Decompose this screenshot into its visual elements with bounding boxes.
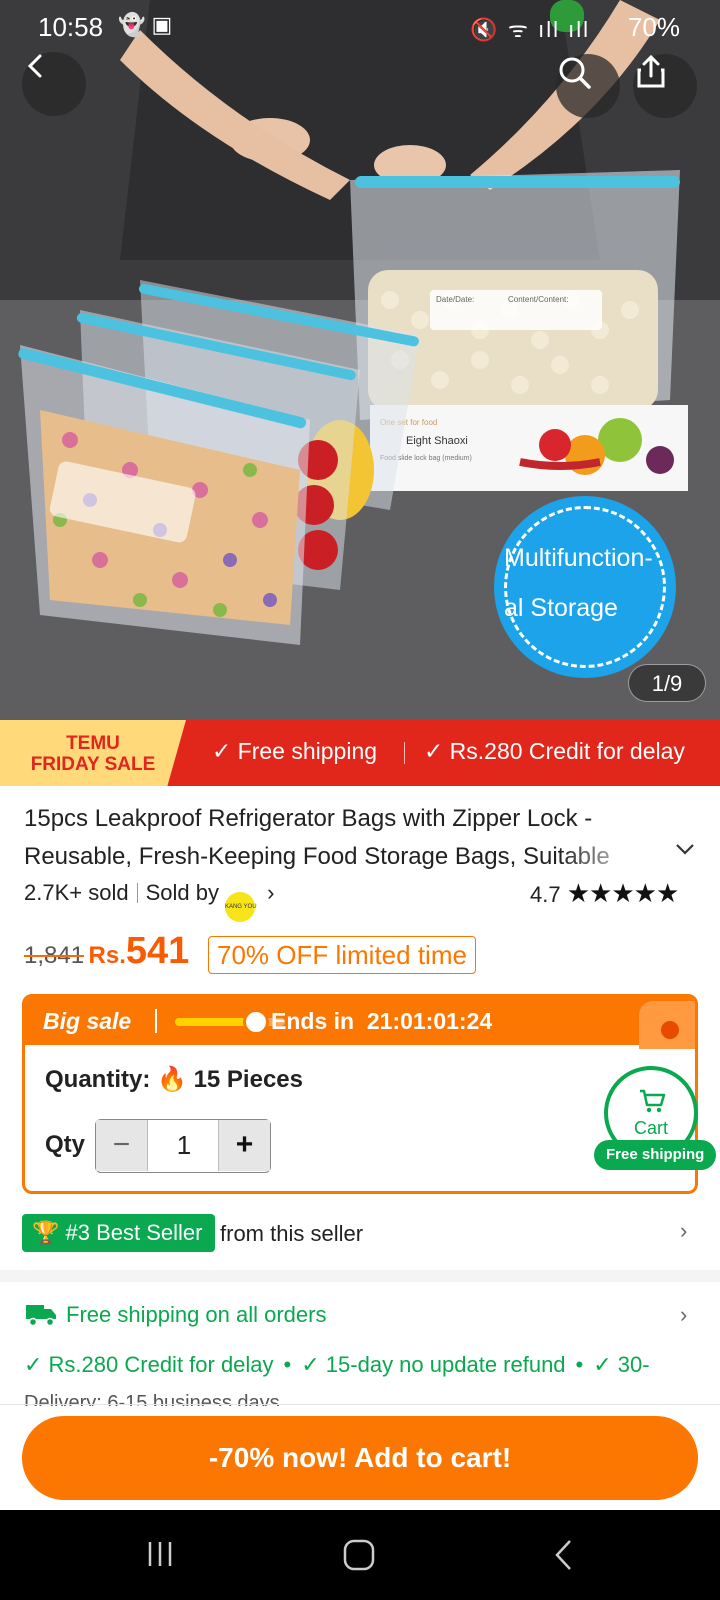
- rating-stars-icon: ★★★★★: [566, 878, 680, 908]
- check-icon: ✓: [424, 738, 450, 764]
- shipping-benefits: ✓ Rs.280 Credit for delay • ✓ 15-day no up…: [24, 1352, 720, 1384]
- search-icon: [559, 57, 591, 89]
- currency: Rs.: [88, 942, 126, 969]
- quantity-info: Quantity: 🔥 15 Pieces: [45, 1065, 303, 1094]
- friday-sale-logo: TEMU FRIDAY SALE: [0, 720, 186, 786]
- separator-dot: •: [283, 1352, 292, 1377]
- countdown-value: 21:01:01:24: [366, 1008, 493, 1034]
- sold-by-link[interactable]: Sold byKANG YOU ›: [145, 880, 275, 922]
- quantity-stepper[interactable]: − 1 +: [95, 1119, 271, 1173]
- benefit-refund: 15-day no update refund: [325, 1352, 566, 1377]
- promo-free-shipping-label: Free shipping: [237, 738, 378, 764]
- decoration-icon: [639, 1001, 695, 1049]
- chevron-right-icon: ›: [267, 880, 275, 905]
- badge-line-2: al Storage: [504, 594, 618, 622]
- flame-icon: 🔥: [157, 1066, 187, 1093]
- trophy-icon: 🏆: [32, 1220, 60, 1245]
- big-sale-header: Big sale Ends in 21:01:01:24: [25, 997, 695, 1049]
- promo-bar[interactable]: TEMU FRIDAY SALE ✓ Free shipping ✓ Rs.28…: [0, 720, 720, 786]
- price-value: 541: [125, 930, 190, 972]
- quantity-value: 15 Pieces: [193, 1066, 303, 1093]
- add-to-cart-button[interactable]: -70% now! Add to cart!: [22, 1416, 698, 1500]
- signal-icons: 🔇 ᯤ ıll ıll: [470, 17, 590, 42]
- increase-button[interactable]: +: [218, 1120, 270, 1171]
- bag-label-date: Date/Date:: [436, 295, 474, 304]
- check-icon: ✓: [24, 1352, 49, 1377]
- check-icon: ✓: [593, 1352, 618, 1377]
- home-icon[interactable]: [342, 1538, 376, 1572]
- system-nav-bar: [0, 1510, 720, 1600]
- recent-apps-icon[interactable]: [144, 1538, 176, 1570]
- decrease-button[interactable]: −: [96, 1120, 148, 1171]
- current-price: Rs.541: [89, 930, 190, 972]
- battery-level: 70%: [627, 12, 680, 42]
- ends-label: Ends in: [271, 1008, 355, 1034]
- original-price: 1,841: [24, 942, 85, 969]
- expand-title-button[interactable]: [674, 836, 696, 862]
- badge-line-1: Multifunction-: [504, 544, 653, 572]
- promo-credit: ✓ Rs.280 Credit for delay: [424, 738, 685, 765]
- seller-logo: KANG YOU: [224, 892, 257, 922]
- rating-value: 4.7: [530, 882, 561, 907]
- best-seller-label: #3 Best Seller: [65, 1220, 203, 1245]
- share-button[interactable]: [633, 54, 697, 118]
- quantity-label: Quantity:: [45, 1066, 151, 1093]
- title-fade: [560, 838, 650, 876]
- bottom-divider: [0, 1404, 720, 1405]
- best-seller-badge[interactable]: 🏆 #3 Best Seller: [22, 1214, 215, 1252]
- back-nav-icon[interactable]: [552, 1538, 576, 1572]
- promo-divider: [404, 742, 405, 764]
- big-sale-label: Big sale: [43, 1008, 132, 1034]
- cart-free-shipping-badge: Free shipping: [594, 1140, 717, 1170]
- chevron-right-icon: ›: [680, 1302, 688, 1327]
- cart-label: Cart: [633, 1118, 668, 1138]
- qty-label: Qty: [45, 1131, 86, 1158]
- chevron-left-icon: [27, 54, 42, 78]
- status-bar: 10:58 👻 ▣ 🔇 ᯤ ıll ıll 70%: [0, 0, 720, 52]
- notification-icons: 👻 ▣: [118, 12, 173, 37]
- free-shipping-title: Free shipping on all orders: [66, 1302, 327, 1327]
- search-button[interactable]: [556, 54, 620, 118]
- chevron-down-icon: [676, 844, 694, 855]
- bag-label-content: Content/Content:: [508, 295, 568, 304]
- rating-row[interactable]: 4.7 ★★★★★: [530, 878, 680, 909]
- product-title: 15pcs Leakproof Refrigerator Bags with Z…: [24, 805, 610, 870]
- countdown: Ends in 21:01:01:24: [271, 1008, 492, 1035]
- benefit-third: 30-: [617, 1352, 650, 1377]
- cart-icon: [640, 1089, 666, 1113]
- sold-count: 2.7K+ sold: [24, 880, 129, 905]
- sold-by-label: Sold by: [145, 880, 219, 905]
- price-row: 1,841 Rs.541: [24, 930, 189, 973]
- separator-dot: •: [575, 1352, 584, 1377]
- discount-badge: 70% OFF limited time: [208, 936, 476, 974]
- sale-line-1: TEMU: [66, 733, 120, 754]
- delivery-truck-icon: [26, 1305, 56, 1327]
- product-image[interactable]: Date/Date: Content/Content: One set for …: [0, 0, 720, 720]
- share-icon: [637, 54, 665, 88]
- benefit-credit: Rs.280 Credit for delay: [48, 1352, 274, 1377]
- meta-divider: [136, 883, 138, 903]
- check-icon: ✓: [301, 1352, 326, 1377]
- sale-line-2: FRIDAY SALE: [30, 754, 156, 775]
- status-time: 10:58: [38, 12, 104, 42]
- header-divider: [155, 1009, 157, 1033]
- promo-credit-label: Rs.280 Credit for delay: [449, 738, 685, 764]
- box-text-2: Eight Shaoxi: [406, 435, 468, 447]
- best-seller-from: from this seller: [220, 1221, 364, 1246]
- sales-meta: 2.7K+ sold Sold byKANG YOU ›: [24, 880, 274, 922]
- feature-badge: Multifunction- al Storage: [494, 496, 676, 678]
- back-button[interactable]: [22, 52, 86, 116]
- sale-progress-knob-icon: [243, 1009, 269, 1035]
- check-icon: ✓: [212, 738, 238, 764]
- chevron-right-icon[interactable]: ›: [680, 1218, 687, 1244]
- image-counter: 1/9: [628, 664, 706, 702]
- badge-dashed-ring: [504, 506, 666, 668]
- promo-free-shipping: ✓ Free shipping: [212, 738, 377, 765]
- qty-value[interactable]: 1: [148, 1120, 220, 1171]
- section-divider: [0, 1270, 720, 1282]
